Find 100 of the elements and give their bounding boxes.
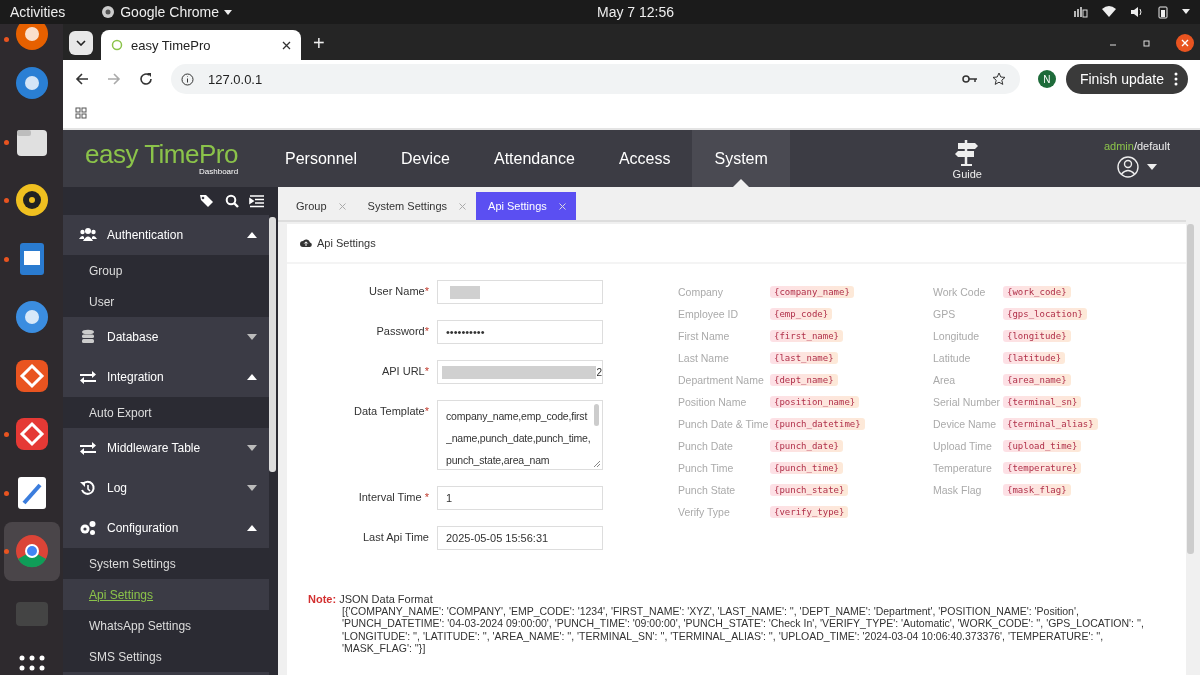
logo[interactable]: easy TimePro Dashboard (63, 130, 263, 187)
back-icon[interactable] (75, 72, 89, 86)
sidebar-item[interactable]: Api Settings (63, 579, 269, 610)
placeholder-tag: {mask_flag} (1003, 484, 1071, 496)
info-icon[interactable] (181, 72, 194, 86)
sidebar-item[interactable]: System Settings (63, 548, 269, 579)
resize-grip-icon[interactable] (591, 458, 601, 468)
caret-icon (1146, 163, 1157, 170)
field-label: Data Template* (353, 404, 429, 419)
users-icon (79, 227, 97, 243)
dock-item[interactable] (3, 522, 60, 581)
scrollbar-thumb[interactable] (594, 404, 599, 426)
variable-label: Mask Flag (933, 484, 983, 496)
list-icon[interactable] (249, 194, 265, 208)
variable-label: Department Name (678, 374, 765, 386)
caret-icon (224, 9, 233, 15)
input-field[interactable]: 2 (437, 360, 603, 384)
variable-label: Last Name (678, 352, 730, 364)
network-icon[interactable] (1074, 6, 1088, 18)
guide-button[interactable]: Guide (952, 130, 982, 187)
nav-tab[interactable]: Personnel (263, 130, 380, 187)
variable-label: Punch Date (678, 440, 734, 452)
browser-tab[interactable]: easy TimePro (101, 30, 301, 60)
profile-avatar[interactable]: N (1037, 70, 1056, 88)
placeholder-tag: {punch_time} (770, 462, 844, 474)
page-tab[interactable]: System Settings (355, 192, 477, 220)
loading-icon (111, 39, 123, 51)
history-icon (79, 480, 97, 496)
apps-icon[interactable] (75, 107, 87, 119)
panel-title: Api Settings (317, 237, 376, 249)
finish-update-button[interactable]: Finish update (1065, 64, 1188, 94)
swap-arrows-icon (79, 369, 97, 385)
tab-search-button[interactable] (69, 31, 93, 55)
scrollbar-thumb[interactable] (269, 217, 276, 472)
placeholder-tag: {longitude} (1003, 330, 1071, 342)
caret-icon[interactable] (1182, 9, 1190, 15)
swap-arrows-icon (79, 440, 97, 456)
tags-icon[interactable] (199, 194, 215, 208)
note-title: JSON Data Format (339, 593, 433, 605)
placeholder-tag: {dept_name} (770, 374, 838, 386)
search-icon[interactable] (225, 194, 239, 208)
variable-label: Company (678, 286, 724, 298)
variable-label: Punch Date & Time (678, 418, 770, 430)
close-icon[interactable] (1176, 34, 1194, 52)
nav-tab[interactable]: Access (596, 130, 693, 187)
json-example-line: 'MASK_FLAG': ''}] (341, 641, 427, 654)
sidebar-item[interactable]: WhatsApp Settings (63, 610, 269, 641)
page-tab[interactable]: Group (284, 192, 356, 220)
sidebar-section[interactable]: Authentication (63, 215, 269, 255)
variable-label: GPS (933, 308, 957, 320)
battery-icon[interactable] (1158, 5, 1168, 19)
page-tab[interactable]: Api Settings (476, 192, 576, 220)
variable-label: First Name (678, 330, 731, 342)
placeholder-tag: {punch_state} (770, 484, 849, 496)
close-icon[interactable] (282, 40, 291, 50)
caret-down-icon (247, 334, 257, 340)
sidebar-item[interactable]: Auto Export (63, 397, 269, 428)
user-menu-button[interactable] (1116, 155, 1157, 178)
sidebar-section[interactable]: Middleware Table (63, 428, 269, 468)
sidebar-section[interactable]: Configuration (63, 508, 269, 548)
nav-tab[interactable]: Device (379, 130, 472, 187)
user-label: admin/default (1103, 139, 1170, 152)
input-field[interactable]: •••••••••• (437, 320, 603, 344)
address-bar[interactable]: 127.0.0.1 (171, 64, 1020, 94)
key-icon[interactable] (961, 74, 978, 84)
input-field[interactable] (437, 280, 603, 304)
placeholder-tag: {gps_location} (1003, 308, 1087, 320)
sidebar-item[interactable]: Group (63, 255, 269, 286)
variable-label: Area (933, 374, 957, 386)
variable-label: Punch State (678, 484, 737, 496)
variable-label: Upload Time (933, 440, 993, 452)
sidebar-section[interactable]: Log (63, 468, 269, 508)
placeholder-tag: {position_name} (770, 396, 860, 408)
placeholder-tag: {punch_datetime} (770, 418, 865, 430)
nav-tab[interactable]: Attendance (471, 130, 597, 187)
input-field[interactable]: 2025-05-05 15:56:31 (437, 526, 603, 550)
volume-icon[interactable] (1130, 6, 1144, 18)
placeholder-tag: {company_name} (770, 286, 854, 298)
nav-tab[interactable]: System (692, 130, 790, 187)
variable-label: Longitude (933, 330, 981, 342)
variable-label: Employee ID (678, 308, 740, 320)
note-label: Note: (308, 593, 337, 605)
scrollbar-thumb[interactable] (1187, 224, 1194, 554)
new-tab-button[interactable]: + (309, 32, 329, 55)
input-field[interactable]: 1 (437, 486, 603, 510)
sidebar-section[interactable]: Database (63, 317, 269, 357)
reload-icon[interactable] (139, 72, 153, 86)
variable-label: Verify Type (678, 506, 731, 518)
template-textarea[interactable]: company_name,emp_code,first_name,punch_date,punch_time,punch_state,area_nam (437, 400, 603, 470)
clock[interactable]: May 7 12:56 (597, 4, 675, 20)
sidebar-item[interactable]: SMS Settings (63, 641, 269, 672)
field-label: User Name* (368, 284, 429, 299)
activities-button[interactable]: Activities (10, 4, 72, 20)
wifi-icon[interactable] (1102, 6, 1116, 18)
restore-icon[interactable] (1142, 38, 1152, 48)
redacted-value (450, 285, 480, 299)
star-icon[interactable] (991, 72, 1006, 86)
app-menu[interactable]: Google Chrome (101, 4, 233, 20)
sidebar-section[interactable]: Integration (63, 357, 269, 397)
sidebar-item[interactable]: User (63, 286, 269, 317)
